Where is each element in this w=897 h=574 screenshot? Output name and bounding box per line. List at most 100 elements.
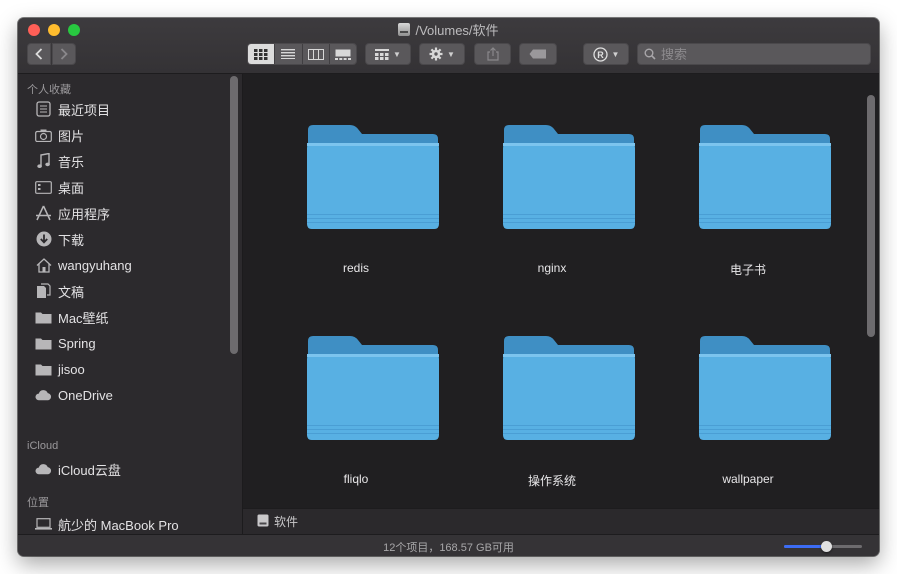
sidebar-item-pictures[interactable]: 图片 <box>35 124 235 146</box>
sidebar: 个人收藏 最近项目 图片 音乐 桌面 应用程序 下载 wangyuhang 文稿… <box>18 74 242 534</box>
forward-button[interactable] <box>52 43 76 65</box>
registered-menu-button[interactable]: R ▼ <box>583 43 629 65</box>
share-button[interactable] <box>474 43 511 65</box>
sidebar-item-icloud-drive[interactable]: iCloud云盘 <box>35 458 235 480</box>
chevron-down-icon: ▼ <box>611 49 620 59</box>
back-button[interactable] <box>27 43 51 65</box>
sidebar-item-label: Mac壁纸 <box>58 310 109 326</box>
tags-button[interactable] <box>519 43 557 65</box>
content-scrollbar[interactable] <box>867 95 875 337</box>
search-input[interactable] <box>661 46 861 62</box>
icon-size-slider[interactable] <box>784 541 862 552</box>
sidebar-scrollbar[interactable] <box>230 76 238 354</box>
list-icon <box>281 49 296 59</box>
sidebar-item-label: Spring <box>58 335 96 351</box>
window-title-text: /Volumes/软件 <box>415 22 499 38</box>
sidebar-item-label: 应用程序 <box>58 206 111 222</box>
sidebar-item-jisoo[interactable]: jisoo <box>35 358 235 380</box>
path-bar-item[interactable]: 软件 <box>274 513 298 530</box>
folder-icon <box>503 125 635 229</box>
chevron-right-icon <box>60 48 68 60</box>
sidebar-item-applications[interactable]: 应用程序 <box>35 202 235 224</box>
folder-item[interactable]: nginx <box>467 124 637 304</box>
folder-icon <box>307 336 439 440</box>
column-view-button[interactable] <box>302 44 330 64</box>
sidebar-item-desktop[interactable]: 桌面 <box>35 176 235 198</box>
svg-text:R: R <box>597 50 604 60</box>
status-text: 12个项目，168.57 GB可用 <box>383 542 514 554</box>
sidebar-item-documents[interactable]: 文稿 <box>35 280 235 302</box>
arrange-grid-icon <box>375 48 390 60</box>
search-icon <box>644 48 656 60</box>
music-note-icon <box>35 153 52 170</box>
search-field[interactable] <box>637 43 871 65</box>
sidebar-item-label: 航少的 MacBook Pro <box>58 517 179 533</box>
view-switcher <box>247 43 357 65</box>
path-bar: 软件 <box>243 508 879 534</box>
locations-header: 位置 <box>27 497 49 509</box>
window-title: /Volumes/软件 <box>18 21 879 38</box>
sidebar-item-label: 音乐 <box>58 154 85 170</box>
list-view-button[interactable] <box>275 44 303 64</box>
grid-icon <box>254 48 268 60</box>
folder-icon <box>699 336 831 440</box>
folder-item[interactable]: fliqlo <box>271 335 441 515</box>
folder-item[interactable]: 操作系统 <box>467 335 637 515</box>
folder-name: redis <box>342 261 369 275</box>
sidebar-item-label: 文稿 <box>58 284 85 300</box>
folder-item[interactable]: redis <box>271 124 441 304</box>
tag-icon <box>529 49 546 59</box>
action-menu-button[interactable]: ▼ <box>419 43 465 65</box>
sidebar-item-label: 下载 <box>58 232 85 248</box>
toolbar: /Volumes/软件 ▼ ▼ R ▼ 搜索 <box>18 18 879 74</box>
sidebar-item-label: 图片 <box>58 128 85 144</box>
sidebar-item-music[interactable]: 音乐 <box>35 150 235 172</box>
sidebar-item-label: jisoo <box>58 361 85 377</box>
disk-icon <box>398 22 411 36</box>
status-bar: 12个项目，168.57 GB可用 <box>18 534 879 556</box>
sidebar-item-label: OneDrive <box>58 387 113 403</box>
gallery-icon <box>334 49 351 60</box>
applications-icon <box>35 205 52 222</box>
recents-icon <box>35 101 52 118</box>
folder-name: fliqlo <box>343 472 369 486</box>
download-icon <box>35 231 52 248</box>
sidebar-item-mac-wallpaper[interactable]: Mac壁纸 <box>35 306 235 328</box>
sidebar-item-onedrive[interactable]: OneDrive <box>35 384 235 406</box>
sidebar-item-label: 最近项目 <box>58 102 111 118</box>
gear-icon <box>429 47 443 61</box>
desktop-icon <box>35 179 52 196</box>
icloud-header: iCloud <box>27 440 59 452</box>
folder-icon <box>35 309 52 326</box>
folder-icon <box>503 336 635 440</box>
folder-icon <box>307 125 439 229</box>
chevron-down-icon: ▼ <box>447 49 455 59</box>
folder-item[interactable]: wallpaper <box>663 335 833 515</box>
sidebar-item-label: 桌面 <box>58 180 85 196</box>
sidebar-item-recents[interactable]: 最近项目 <box>35 98 235 120</box>
camera-icon <box>35 127 52 144</box>
folder-name: 操作系统 <box>527 474 576 488</box>
finder-window: /Volumes/软件 ▼ ▼ R ▼ 搜索 个人收藏 最近项目 图片 音乐 桌… <box>18 18 879 556</box>
folder-name: nginx <box>537 261 567 275</box>
disk-icon <box>257 514 269 530</box>
folder-icon <box>35 335 52 352</box>
sidebar-item-spring[interactable]: Spring <box>35 332 235 354</box>
chevron-down-icon: ▼ <box>393 49 401 59</box>
sidebar-item-macbook[interactable]: 航少的 MacBook Pro <box>35 513 235 534</box>
folder-item[interactable]: 电子书 <box>663 124 833 304</box>
gallery-view-button[interactable] <box>329 44 356 64</box>
sidebar-item-label: wangyuhang <box>58 257 132 273</box>
sidebar-item-home[interactable]: wangyuhang <box>35 254 235 276</box>
cloud-icon <box>35 387 52 404</box>
chevron-left-icon <box>35 48 43 60</box>
sidebar-item-label: iCloud云盘 <box>58 462 121 478</box>
icon-view-button[interactable] <box>248 44 276 64</box>
folder-name: wallpaper <box>722 472 774 486</box>
folder-icon <box>699 125 831 229</box>
sidebar-item-downloads[interactable]: 下载 <box>35 228 235 250</box>
group-by-button[interactable]: ▼ <box>365 43 411 65</box>
home-icon <box>35 257 52 274</box>
folder-icon <box>35 361 52 378</box>
documents-icon <box>35 283 52 300</box>
